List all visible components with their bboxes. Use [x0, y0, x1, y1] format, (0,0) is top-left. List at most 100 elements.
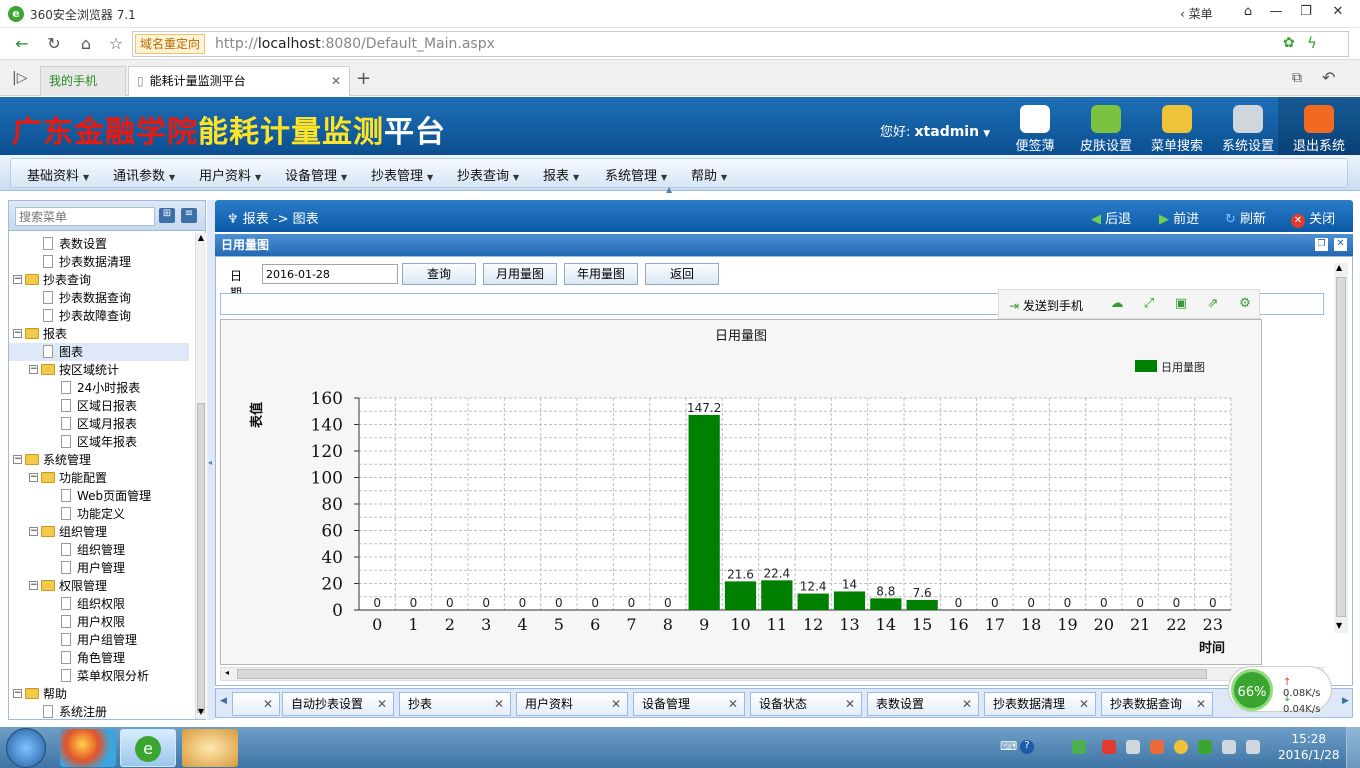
- lightning-icon[interactable]: ϟ: [1307, 34, 1317, 52]
- collapse-toggle-icon[interactable]: −: [29, 581, 38, 590]
- menu-item-3[interactable]: 设备管理 ▼: [285, 165, 347, 184]
- expand-all-icon[interactable]: ⊞: [159, 208, 175, 223]
- tree-item[interactable]: − 帮助: [9, 685, 189, 703]
- query-button[interactable]: 查询: [402, 263, 476, 285]
- panel-close-icon[interactable]: ✕: [1334, 238, 1347, 251]
- date-input[interactable]: [262, 264, 398, 284]
- page-tab[interactable]: 自动抄表设置 ✕: [282, 692, 394, 716]
- tab-close-icon[interactable]: ✕: [263, 693, 273, 715]
- tree-item[interactable]: 组织权限: [9, 595, 189, 613]
- back-arrow-icon[interactable]: ←: [10, 32, 34, 56]
- tree-item[interactable]: 抄表数据查询: [9, 289, 189, 307]
- keyboard-icon[interactable]: ⌨: [1000, 739, 1017, 753]
- page-tab[interactable]: 用户资料 ✕: [516, 692, 628, 716]
- menu-item-7[interactable]: 系统管理 ▼: [605, 165, 667, 184]
- share-icon[interactable]: ⇗: [1205, 296, 1221, 312]
- sidebar-scrollbar[interactable]: ▲ ▼: [195, 233, 206, 719]
- hscroll-thumb[interactable]: [237, 669, 1207, 679]
- tab-close-icon[interactable]: ✕: [377, 693, 387, 715]
- bug-icon[interactable]: [1150, 740, 1164, 754]
- power-button[interactable]: 退出系统: [1284, 101, 1354, 154]
- network-icon[interactable]: [1222, 740, 1236, 754]
- page-tab[interactable]: 设备管理 ✕: [633, 692, 745, 716]
- tree-item[interactable]: 系统注册: [9, 703, 189, 719]
- star-icon[interactable]: ☆: [104, 32, 128, 56]
- tab-close-icon[interactable]: ✕: [494, 693, 504, 715]
- system-clock[interactable]: 15:28 2016/1/28: [1278, 731, 1340, 763]
- tab-energy-platform[interactable]: ▯ 能耗计量监测平台 ✕: [128, 66, 350, 96]
- tree-item[interactable]: − 按区域统计: [9, 361, 189, 379]
- scroll-down-icon[interactable]: ▼: [196, 707, 206, 716]
- plus-icon[interactable]: [1174, 740, 1188, 754]
- refresh-button[interactable]: ↻ 刷新: [1225, 208, 1266, 227]
- fullscreen-icon[interactable]: ⤢: [1141, 296, 1157, 312]
- return-button[interactable]: 返回: [645, 263, 719, 285]
- refresh-secure-icon[interactable]: ✿: [1283, 35, 1295, 51]
- tree-item[interactable]: − 功能配置: [9, 469, 189, 487]
- show-desktop-button[interactable]: [1346, 727, 1360, 768]
- vscroll-up-icon[interactable]: ▲: [1336, 263, 1342, 272]
- tree-item[interactable]: 区域年报表: [9, 433, 189, 451]
- tree-item[interactable]: 组织管理: [9, 541, 189, 559]
- collapse-toggle-icon[interactable]: −: [13, 689, 22, 698]
- undo-close-icon[interactable]: ↶: [1322, 68, 1335, 87]
- back-button[interactable]: ◀ 后退: [1091, 208, 1131, 227]
- tree-item[interactable]: − 报表: [9, 325, 189, 343]
- menu-item-2[interactable]: 用户资料 ▼: [199, 165, 261, 184]
- save-icon[interactable]: ▣: [1173, 296, 1189, 312]
- tree-item[interactable]: − 系统管理: [9, 451, 189, 469]
- magnifier-button[interactable]: 菜单搜索: [1142, 101, 1212, 154]
- page-tab[interactable]: 抄表数据清理 ✕: [984, 692, 1096, 716]
- vscroll-thumb[interactable]: [1336, 277, 1346, 617]
- tree-item[interactable]: 用户权限: [9, 613, 189, 631]
- collapse-toggle-icon[interactable]: −: [13, 275, 22, 284]
- collapse-toggle-icon[interactable]: −: [13, 455, 22, 464]
- collapse-toggle-icon[interactable]: −: [13, 329, 22, 338]
- close-button[interactable]: ✕ 关闭: [1291, 208, 1335, 228]
- page-tab[interactable]: 抄表 ✕: [399, 692, 511, 716]
- tree-item[interactable]: − 组织管理: [9, 523, 189, 541]
- url-text[interactable]: http://localhost:8080/Default_Main.aspx: [215, 36, 495, 52]
- menu-search-input[interactable]: [15, 207, 155, 226]
- collapse-toggle-icon[interactable]: −: [29, 527, 38, 536]
- url-field[interactable]: 域名重定向 http://localhost:8080/Default_Main…: [132, 31, 1349, 57]
- windows-start-icon[interactable]: [6, 728, 46, 768]
- new-tab-button[interactable]: +: [356, 68, 371, 89]
- volume-icon[interactable]: [1246, 740, 1260, 754]
- vscroll-down-icon[interactable]: ▼: [1336, 621, 1342, 630]
- tree-item[interactable]: − 权限管理: [9, 577, 189, 595]
- page-tab[interactable]: 抄表数据查询 ✕: [1101, 692, 1213, 716]
- tree-item[interactable]: 区域日报表: [9, 397, 189, 415]
- scroll-left-icon[interactable]: ◂: [225, 668, 229, 677]
- tree-item[interactable]: 区域月报表: [9, 415, 189, 433]
- tree-item[interactable]: 用户管理: [9, 559, 189, 577]
- collapse-toggle-icon[interactable]: −: [29, 473, 38, 482]
- help-icon[interactable]: ?: [1020, 740, 1034, 754]
- tab-close-icon[interactable]: ✕: [1196, 693, 1206, 715]
- tree-item[interactable]: 菜单权限分析: [9, 667, 189, 685]
- menu-item-6[interactable]: 报表 ▼: [543, 165, 579, 184]
- page-tab[interactable]: ✕: [232, 692, 280, 716]
- tab-close-icon[interactable]: ✕: [728, 693, 738, 715]
- panel-splitter[interactable]: ◂: [207, 200, 215, 720]
- notepad-button[interactable]: 便签薄: [1000, 101, 1070, 154]
- tab-my-phone[interactable]: 我的手机: [40, 66, 126, 96]
- tray-app-icon[interactable]: [1126, 740, 1140, 754]
- gear-button[interactable]: 系统设置: [1213, 101, 1283, 154]
- menu-item-1[interactable]: 通讯参数 ▼: [113, 165, 175, 184]
- tree-item[interactable]: 表数设置: [9, 235, 189, 253]
- home-icon[interactable]: ⌂: [74, 32, 98, 56]
- collapse-icon[interactable]: ▲: [666, 185, 672, 194]
- tab-close-icon[interactable]: ✕: [611, 693, 621, 715]
- send-to-phone-button[interactable]: ⇥ 发送到手机: [1009, 297, 1083, 314]
- browser-menu-button[interactable]: ‹ 菜单: [1180, 5, 1213, 22]
- forward-button[interactable]: ▶ 前进: [1159, 208, 1199, 227]
- tree-item[interactable]: 功能定义: [9, 505, 189, 523]
- maximize-button[interactable]: ❐: [1292, 2, 1320, 22]
- paint-app-icon[interactable]: [182, 729, 238, 767]
- tree-item[interactable]: 用户组管理: [9, 631, 189, 649]
- tab-close-icon[interactable]: ✕: [331, 67, 341, 95]
- menu-item-4[interactable]: 抄表管理 ▼: [371, 165, 433, 184]
- restore-icon[interactable]: ❐: [1315, 238, 1328, 251]
- shirt-icon[interactable]: ⌂: [1234, 2, 1262, 22]
